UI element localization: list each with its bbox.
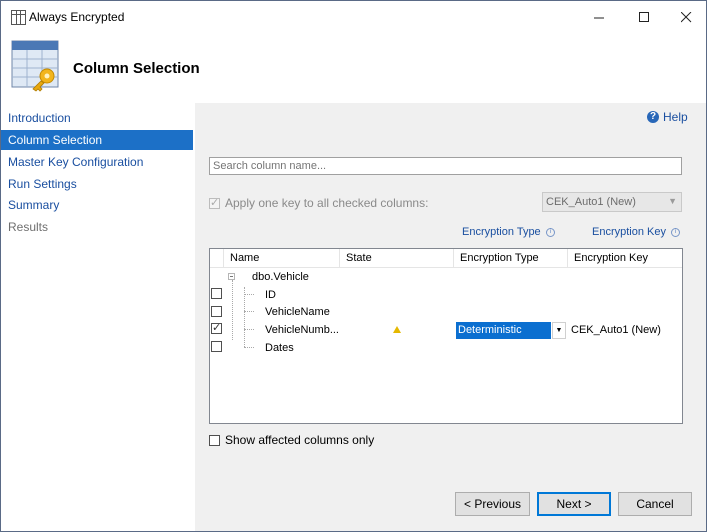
help-label: Help xyxy=(663,110,688,124)
apply-key-label: Apply one key to all checked columns: xyxy=(225,196,429,210)
column-name: VehicleNumb... xyxy=(265,324,339,336)
grid-header-check xyxy=(210,249,224,268)
tree-connector xyxy=(244,311,254,312)
row-checkbox-id[interactable] xyxy=(211,288,222,299)
row-checkbox-vehiclename[interactable] xyxy=(211,306,222,317)
encryption-key-value: CEK_Auto1 (New) xyxy=(571,324,661,336)
dialog-window: Always Encrypted Column Selection Introd… xyxy=(0,0,707,532)
minimize-button[interactable] xyxy=(576,1,622,33)
chevron-down-icon[interactable]: ▼ xyxy=(552,322,566,339)
column-name: Dates xyxy=(265,342,294,354)
grid-header-state[interactable]: State xyxy=(340,249,454,268)
close-icon xyxy=(680,11,691,22)
grid-header-name[interactable]: Name xyxy=(224,249,340,268)
grid-header-encryption-key[interactable]: Encryption Key xyxy=(568,249,682,268)
info-icon[interactable]: i xyxy=(671,228,680,237)
nav-item-run-settings[interactable]: Run Settings xyxy=(1,174,193,194)
show-affected-label: Show affected columns only xyxy=(225,433,375,447)
show-affected-row[interactable]: Show affected columns only xyxy=(209,433,374,447)
nav-item-introduction[interactable]: Introduction xyxy=(1,108,193,128)
minimize-icon xyxy=(593,17,604,18)
title-bar: Always Encrypted xyxy=(1,1,706,33)
table-icon xyxy=(11,10,26,25)
column-name: ID xyxy=(265,289,276,301)
table-key-icon xyxy=(11,40,59,92)
row-checkbox-vehiclenumber[interactable] xyxy=(211,321,222,334)
maximize-button[interactable] xyxy=(621,1,667,33)
tree-connector xyxy=(244,329,254,330)
help-icon: ? xyxy=(647,111,659,123)
apply-key-row: Apply one key to all checked columns: xyxy=(209,196,428,210)
encryption-key-hint: Encryption Key xyxy=(592,226,666,238)
nav-item-master-key-configuration[interactable]: Master Key Configuration xyxy=(1,152,193,172)
table-name: dbo.Vehicle xyxy=(252,271,309,283)
maximize-icon xyxy=(638,11,649,22)
nav-item-results: Results xyxy=(8,220,49,234)
tree-connector xyxy=(232,280,233,340)
help-link[interactable]: ? Help xyxy=(647,110,688,124)
column-name: VehicleName xyxy=(265,306,330,318)
nav-item-column-selection[interactable]: Column Selection xyxy=(1,130,193,150)
wizard-nav: Introduction Column Selection Master Key… xyxy=(1,103,195,531)
grid-header-encryption-type[interactable]: Encryption Type xyxy=(454,249,568,268)
tree-connector xyxy=(244,287,245,347)
row-checkbox-dates[interactable] xyxy=(211,341,222,352)
window-title: Always Encrypted xyxy=(29,10,125,24)
apply-key-checkbox xyxy=(209,196,220,209)
show-affected-checkbox[interactable] xyxy=(209,434,220,446)
warning-icon xyxy=(393,326,401,333)
next-button[interactable]: Next > xyxy=(537,492,611,516)
tree-connector xyxy=(244,294,254,295)
key-select-value: CEK_Auto1 (New) xyxy=(546,196,636,208)
encryption-type-hint: Encryption Type xyxy=(462,226,541,238)
key-select: CEK_Auto1 (New) ▼ xyxy=(542,192,682,212)
close-button[interactable] xyxy=(663,1,706,33)
nav-item-summary[interactable]: Summary xyxy=(1,195,193,215)
cancel-button[interactable]: Cancel xyxy=(618,492,692,516)
encryption-type-select[interactable]: Deterministic xyxy=(456,322,551,339)
wizard-header: Column Selection xyxy=(1,33,706,103)
tree-connector xyxy=(244,347,254,348)
previous-button[interactable]: < Previous xyxy=(455,492,530,516)
column-grid: Name State Encryption Type Encryption Ke… xyxy=(209,248,683,424)
info-icon[interactable]: i xyxy=(546,228,555,237)
collapse-icon[interactable] xyxy=(228,273,235,280)
main-panel: ? Help Apply one key to all checked colu… xyxy=(195,103,706,531)
chevron-down-icon: ▼ xyxy=(668,196,677,206)
search-input[interactable] xyxy=(209,157,682,175)
page-title: Column Selection xyxy=(73,60,200,77)
